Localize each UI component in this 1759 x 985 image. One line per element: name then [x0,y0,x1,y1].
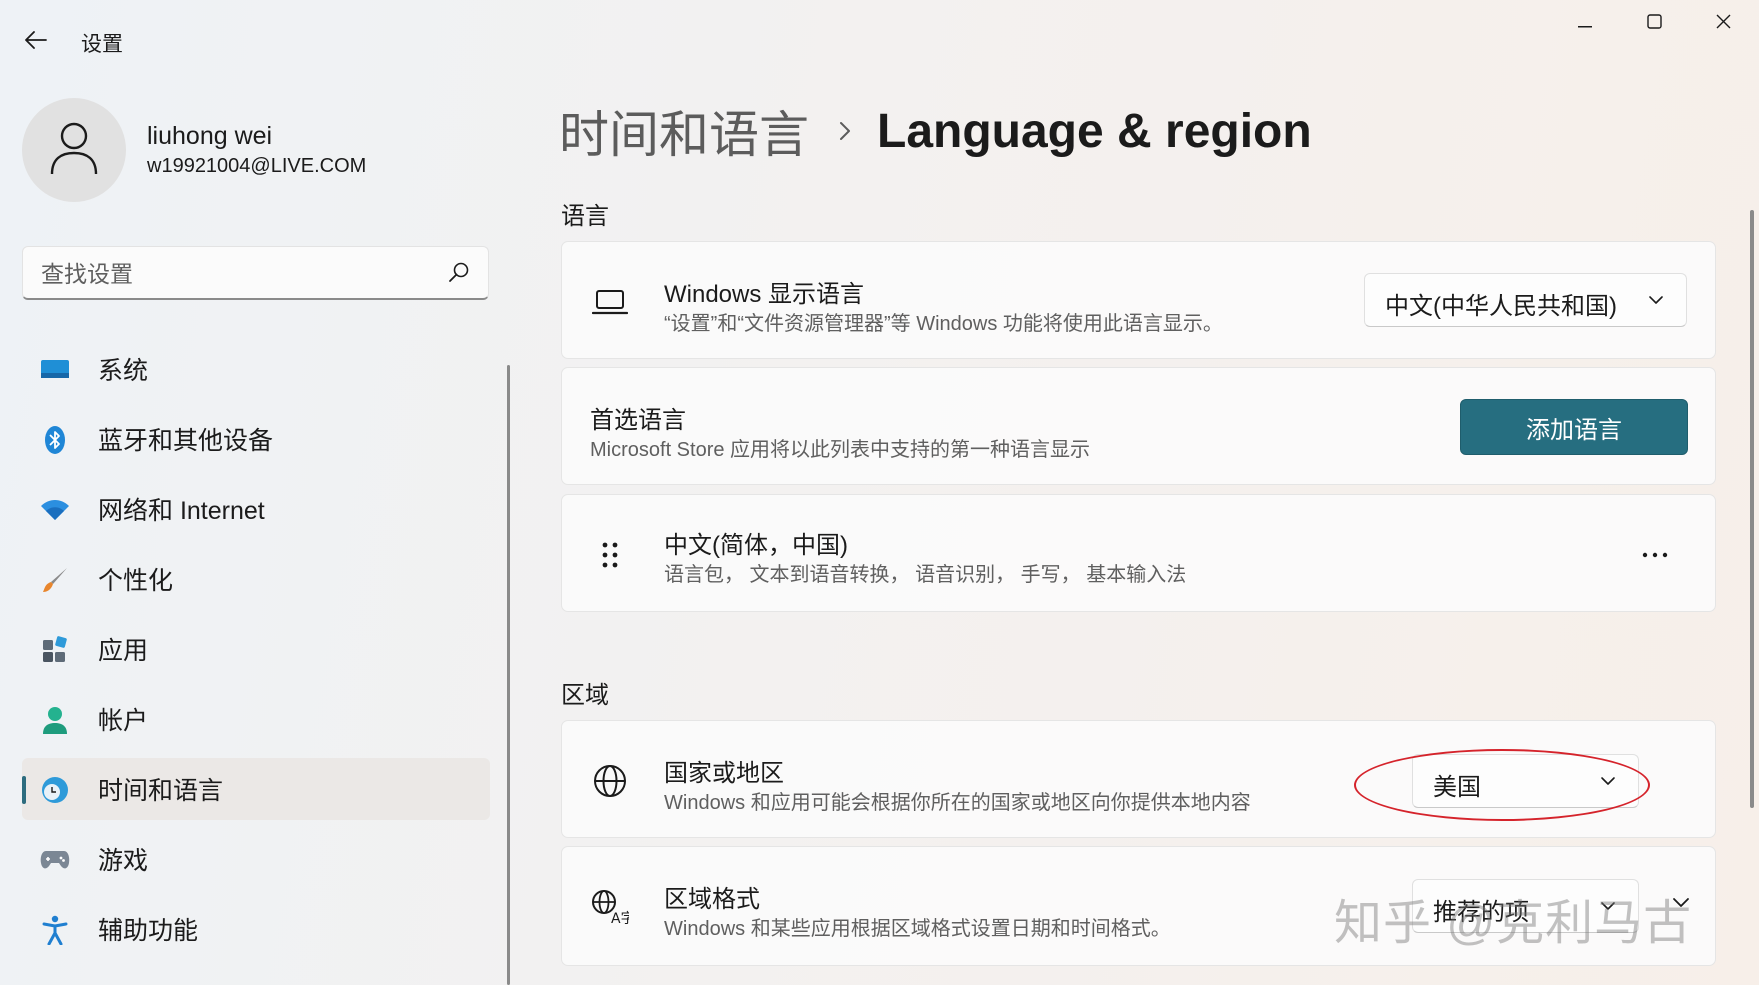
more-options-button[interactable] [1632,539,1678,569]
preferred-language-title: 首选语言 [590,407,686,434]
country-region-title: 国家或地区 [664,760,784,787]
watermark: 知乎 @克利马古 [1334,897,1693,950]
display-language-card: Windows 显示语言 “设置”和“文件资源管理器”等 Windows 功能将… [561,241,1716,359]
installed-language-description: 语言包， 文本到语音转换， 语音识别， 手写， 基本输入法 [664,564,1187,586]
person-icon [49,121,99,180]
sidebar-item-gaming[interactable]: 游戏 [22,828,490,890]
drag-handle-icon[interactable] [590,535,630,575]
minimize-button[interactable] [1555,4,1615,44]
time-language-icon [40,775,70,805]
sidebar-item-label: 系统 [98,357,149,385]
sidebar-item-label: 帐户 [98,707,149,735]
sidebar-nav: 系统 蓝牙和其他设备 网络和 Internet 个性化 应用 帐户 时间和语言 … [22,338,490,968]
arrow-left-icon [25,30,47,54]
apps-icon [40,635,70,665]
preferred-language-card: 首选语言 Microsoft Store 应用将以此列表中支持的第一种语言显示 … [561,367,1716,485]
gamepad-icon [40,845,70,875]
sidebar-item-apps[interactable]: 应用 [22,618,490,680]
sidebar-item-accessibility[interactable]: 辅助功能 [22,898,490,960]
search-box[interactable] [22,246,489,300]
sidebar-item-personalization[interactable]: 个性化 [22,548,490,610]
sidebar-item-bluetooth[interactable]: 蓝牙和其他设备 [22,408,490,470]
minimize-icon [1578,15,1592,33]
maximize-button[interactable] [1624,4,1684,44]
globe-icon [590,761,630,801]
monitor-icon [40,355,70,385]
preferred-language-description: Microsoft Store 应用将以此列表中支持的第一种语言显示 [590,439,1091,461]
sidebar-item-label: 游戏 [98,847,149,875]
close-button[interactable] [1693,4,1753,44]
display-language-dropdown[interactable]: 中文(中华人民共和国) [1364,273,1687,327]
maximize-icon [1646,14,1662,34]
sidebar-item-label: 应用 [98,637,149,665]
display-language-description: “设置”和“文件资源管理器”等 Windows 功能将使用此语言显示。 [664,313,1223,335]
sidebar-item-label: 时间和语言 [98,777,224,805]
sidebar-item-time-language[interactable]: 时间和语言 [22,758,490,820]
account-icon [40,705,70,735]
back-button[interactable] [16,22,56,62]
search-input[interactable] [41,259,441,289]
dropdown-value: 中文(中华人民共和国) [1385,293,1617,320]
sidebar-item-network[interactable]: 网络和 Internet [22,478,490,540]
sidebar-scrollbar[interactable] [507,365,510,985]
user-email: w19921004@LIVE.COM [147,155,367,177]
country-region-description: Windows 和应用可能会根据你所在的国家或地区向你提供本地内容 [664,792,1251,814]
wifi-icon [40,495,70,525]
installed-language-card[interactable]: 中文(简体，中国) 语言包， 文本到语音转换， 语音识别， 手写， 基本输入法 [561,494,1716,612]
section-title-region: 区域 [561,682,609,709]
breadcrumb-parent[interactable]: 时间和语言 [559,95,809,167]
sidebar-item-label: 网络和 Internet [98,497,265,525]
add-language-button[interactable]: 添加语言 [1460,399,1688,455]
svg-text:A字: A字 [611,911,629,925]
regional-format-description: Windows 和某些应用根据区域格式设置日期和时间格式。 [664,918,1171,940]
user-name: liuhong wei [147,122,273,150]
regional-format-icon: A字 [590,887,630,927]
avatar[interactable] [22,98,126,202]
accessibility-icon [40,915,70,945]
bluetooth-icon [40,425,70,455]
section-title-language: 语言 [561,203,609,230]
laptop-icon [590,282,630,322]
search-icon[interactable] [448,261,470,288]
sidebar-item-label: 辅助功能 [98,917,199,945]
more-icon [1642,545,1668,563]
title-bar: 设置 [0,0,1759,80]
chevron-down-icon [1648,292,1664,310]
chevron-right-icon [839,121,851,141]
sidebar-item-label: 蓝牙和其他设备 [98,427,274,455]
annotation-ellipse [1354,749,1650,821]
regional-format-title: 区域格式 [664,886,760,913]
brush-icon [40,565,70,595]
breadcrumb: 时间和语言 Language & region [559,98,1312,164]
sidebar-item-accounts[interactable]: 帐户 [22,688,490,750]
sidebar-item-label: 个性化 [98,567,174,595]
active-indicator [22,776,26,804]
app-title: 设置 [81,33,123,56]
display-language-title: Windows 显示语言 [664,281,865,308]
close-icon [1716,14,1731,34]
sidebar-item-system[interactable]: 系统 [22,338,490,400]
main-scrollbar[interactable] [1750,210,1754,808]
page-title: Language & region [877,104,1312,158]
installed-language-title: 中文(简体，中国) [664,532,848,559]
